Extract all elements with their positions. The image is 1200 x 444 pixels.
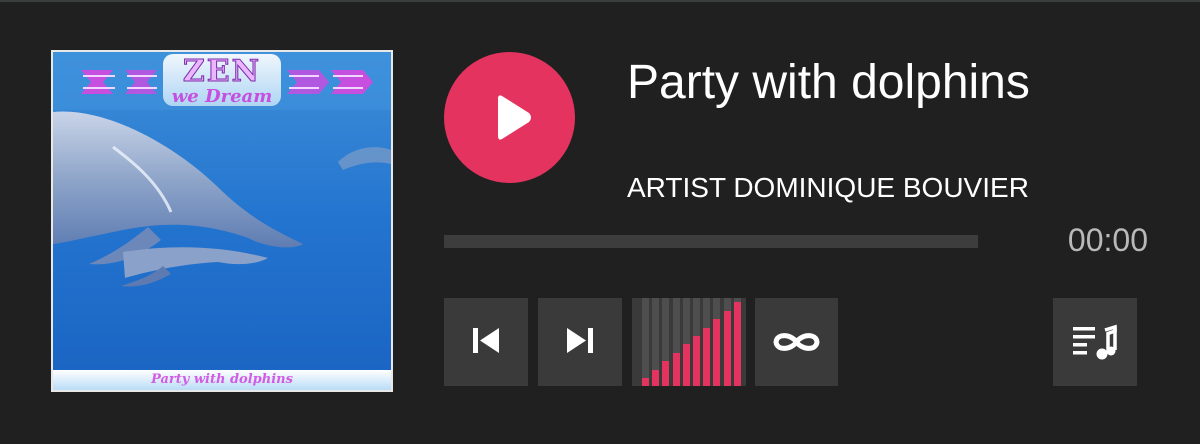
repeat-infinity-icon [773,333,820,351]
volume-bar[interactable] [642,298,649,386]
volume-bar[interactable] [682,298,690,386]
skip-previous-icon [473,328,499,353]
playlist-music-icon [1073,324,1117,360]
top-divider [0,0,1200,2]
next-button[interactable] [538,298,622,386]
volume-bar-level [672,352,680,386]
repeat-button[interactable] [755,298,838,386]
volume-bar[interactable] [662,298,670,386]
previous-button[interactable] [444,298,528,386]
progress-bar[interactable] [444,235,978,248]
track-title: Party with dolphins [627,56,1030,109]
volume-bar-level [652,369,660,386]
volume-bar[interactable] [672,298,680,386]
volume-bar-level [682,344,690,386]
skip-next-icon [567,328,593,353]
volume-bar[interactable] [703,298,711,386]
play-icon [498,95,531,140]
volume-bar-level [703,327,711,386]
volume-bar-level [693,336,700,386]
volume-bar-level [713,319,721,386]
cover-caption: Party with dolphins [151,372,293,387]
cover-banner-title: ZEN [182,54,262,90]
volume-bar[interactable] [652,298,660,386]
volume-bar[interactable] [733,298,741,386]
volume-bar-level [662,361,670,386]
volume-bar-level [733,302,741,386]
volume-bar[interactable] [713,298,721,386]
volume-bar-level [723,310,731,386]
volume-bar[interactable] [723,298,731,386]
track-artist: ARTIST DOMINIQUE BOUVIER [627,172,1029,203]
playlist-button[interactable] [1053,298,1137,386]
cover-banner-subtitle: we Dream [171,86,273,107]
volume-bar[interactable] [693,298,700,386]
volume-bar-level [642,378,649,386]
current-time: 00:00 [1067,222,1148,258]
play-button[interactable] [444,52,575,183]
album-cover: ZEN we Dream Party with dolphins [51,50,393,392]
volume-meter[interactable] [632,298,746,386]
